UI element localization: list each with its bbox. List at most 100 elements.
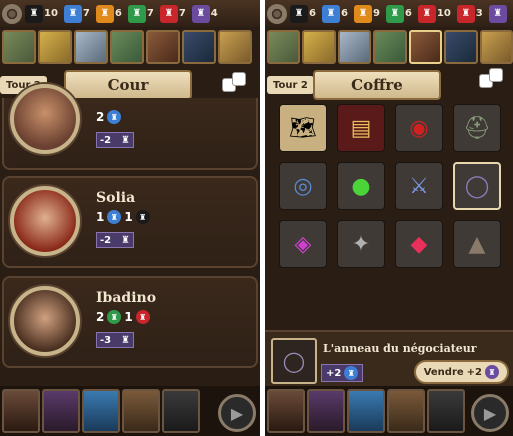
location-tiles [265, 30, 513, 66]
book-icon[interactable]: ▤ [337, 104, 385, 152]
black-crest-icon: ♜ [25, 4, 43, 23]
resource-count: 9 [372, 8, 380, 19]
resource-count: 10 [44, 8, 58, 19]
purple-crest-icon: ♜ [121, 134, 130, 146]
cathedral-location-icon[interactable] [74, 30, 108, 64]
orange-crest-icon: ♜ [353, 4, 372, 23]
character-name: Solia [96, 190, 136, 206]
character-card[interactable]: 2 ♜ -2 ♜ [2, 84, 258, 170]
character-card[interactable]: Solia 1 ♜ 1 ♜ -2 ♜ [2, 176, 258, 268]
item-bonus: +2 ♜ [321, 364, 364, 382]
resource-count: 10 [436, 8, 451, 19]
party-avatar[interactable] [347, 389, 385, 433]
map-icon[interactable]: 🗺 [279, 104, 327, 152]
cathedral-location-icon[interactable] [337, 30, 372, 64]
purple-crest-icon: ♜ [488, 4, 507, 23]
crossbow-icon[interactable]: ✦ [337, 220, 385, 268]
noble-location-icon[interactable] [182, 30, 216, 64]
dice-icon[interactable] [479, 68, 505, 90]
noble-location-icon[interactable] [444, 30, 478, 64]
mine-location-icon[interactable] [2, 30, 36, 64]
red-crest-icon: ♜ [417, 4, 436, 23]
settings-gear-icon[interactable] [267, 3, 287, 24]
character-card[interactable]: Ibadino 2 ♜ 1 ♜ -3 ♜ [2, 276, 258, 368]
crystal-icon[interactable]: ◆ [395, 220, 443, 268]
helmet-icon[interactable]: ⛑ [453, 104, 501, 152]
character-portrait [10, 84, 80, 154]
chest-item-grid: 🗺 ▤ ◉ ⛑ ◎ ● ⚔ ◯ ◈ ✦ ◆ ▲ [279, 104, 501, 284]
cost-badge: -2 ♜ [96, 232, 134, 248]
blue-gem-icon: ♜ [344, 366, 359, 380]
resource-count: 7 [82, 8, 90, 19]
resource-bar: ♜ 10 ♜ 7 ♜ 6 ♜ 7 ♜ 7 ♜ 4 [0, 0, 260, 27]
map-location-icon[interactable] [373, 30, 407, 64]
purple-gem-icon: ♜ [485, 365, 499, 379]
party-bar: ▶ [0, 386, 260, 436]
ring-icon: ◯ [271, 338, 317, 384]
orange-crest-icon: ♜ [95, 4, 114, 23]
party-avatar[interactable] [2, 389, 40, 433]
party-avatar[interactable] [427, 389, 465, 433]
court-screen: ♜ 10 ♜ 7 ♜ 6 ♜ 7 ♜ 7 ♜ 4 Tour 2 Cour 2 ♜ -2 ♜ So… [0, 0, 260, 436]
character-stats: 2 ♜ 1 ♜ [96, 310, 150, 324]
chest-location-icon[interactable] [408, 30, 443, 64]
party-avatar[interactable] [267, 389, 305, 433]
blue-crest-icon: ♜ [63, 4, 82, 23]
purple-crest-icon: ♜ [191, 4, 210, 23]
resource-count: 4 [210, 8, 218, 19]
location-tiles [0, 30, 260, 66]
purple-crest-icon: ♜ [121, 234, 130, 246]
character-name: Ibadino [96, 290, 157, 306]
red-crest-icon: ♜ [159, 4, 178, 23]
green-crest-icon: ♜ [127, 4, 146, 23]
resource-bar: ♜ 6 ♜ 6 ♜ 9 ♜ 6 ♜ 10 ♜ 3 ♜ [265, 0, 513, 27]
selected-item-panel: ◯ L'anneau du négociateur +2 ♜ Vendre +2 ♜ [265, 330, 513, 386]
blue-gem-icon: ♜ [107, 210, 122, 224]
green-gem-icon: ♜ [107, 310, 122, 324]
mine-location-icon[interactable] [267, 30, 301, 64]
settings-gear-icon[interactable] [2, 3, 22, 24]
green-crest-icon: ♜ [385, 4, 404, 23]
character-stats: 1 ♜ 1 ♜ [96, 210, 150, 224]
character-stats: 2 ♜ [96, 110, 122, 124]
party-avatar[interactable] [82, 389, 120, 433]
resource-count: 6 [404, 8, 412, 19]
scales-location-icon[interactable] [218, 30, 252, 64]
character-portrait [10, 286, 80, 356]
map-location-icon[interactable] [110, 30, 144, 64]
black-crest-icon: ♜ [290, 4, 308, 23]
turn-label: Tour 2 [267, 76, 314, 94]
sell-button[interactable]: Vendre +2 ♜ [413, 360, 509, 384]
pendant-icon[interactable]: ◈ [279, 220, 327, 268]
scales-location-icon[interactable] [479, 30, 513, 64]
cloak-icon[interactable]: ▲ [453, 220, 501, 268]
item-name: L'anneau du négociateur [323, 342, 477, 355]
play-icon[interactable]: ▶ [218, 394, 256, 432]
screen-title: Coffre [313, 70, 441, 100]
party-avatar[interactable] [42, 389, 80, 433]
green-orb-icon[interactable]: ● [337, 162, 385, 210]
gold-location-icon[interactable] [38, 30, 72, 64]
purple-crest-icon: ♜ [121, 334, 130, 346]
resource-count: 6 [309, 8, 316, 19]
party-avatar[interactable] [162, 389, 200, 433]
dice-icon[interactable] [222, 72, 248, 94]
play-icon[interactable]: ▶ [471, 394, 509, 432]
cost-badge: -2 ♜ [96, 132, 134, 148]
party-avatar[interactable] [307, 389, 345, 433]
chest-location-icon[interactable] [146, 30, 180, 64]
resource-count: 7 [178, 8, 186, 19]
party-avatar[interactable] [122, 389, 160, 433]
resource-count: 6 [340, 8, 348, 19]
amulet-icon[interactable]: ◎ [279, 162, 327, 210]
sword-icon[interactable]: ⚔ [395, 162, 443, 210]
resource-count: 3 [475, 8, 483, 19]
party-avatar[interactable] [387, 389, 425, 433]
resource-count: 6 [114, 8, 122, 19]
blue-crest-icon: ♜ [321, 4, 340, 23]
resource-count: 7 [146, 8, 154, 19]
screen-title: Cour [64, 70, 192, 100]
ring-icon[interactable]: ◯ [453, 162, 501, 210]
gold-location-icon[interactable] [302, 30, 336, 64]
eye-icon[interactable]: ◉ [395, 104, 443, 152]
